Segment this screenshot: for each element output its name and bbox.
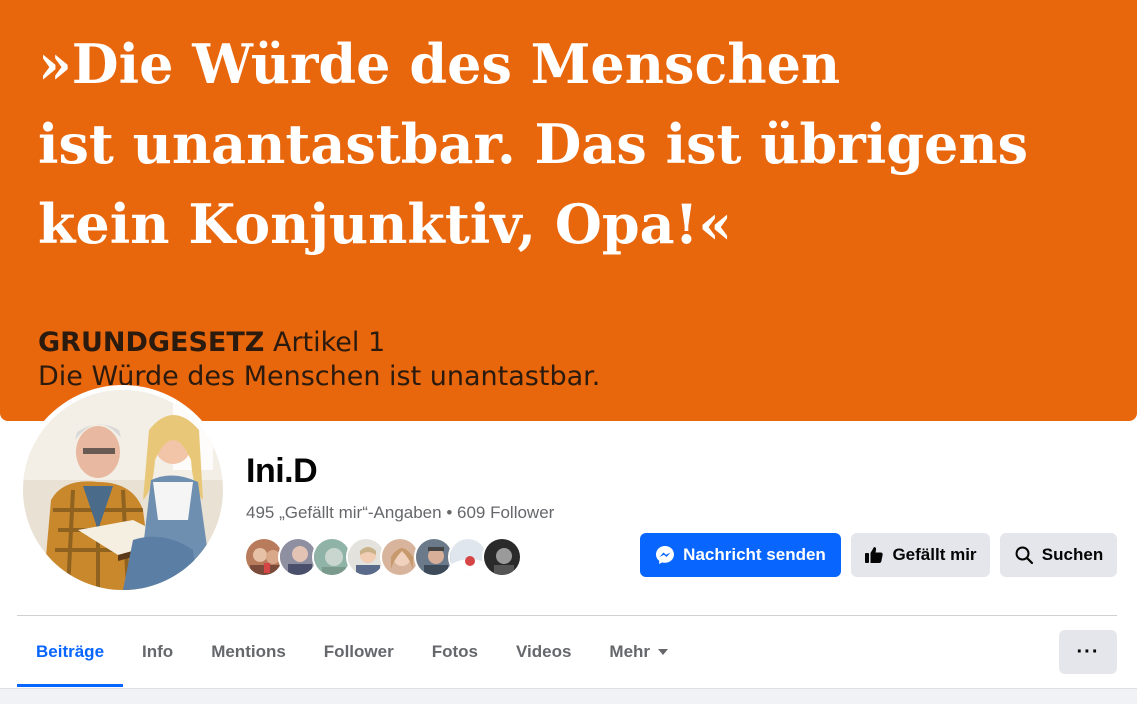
cover-quote-line: kein Konjunktiv, Opa!«: [38, 192, 733, 256]
tab-beitraege[interactable]: Beiträge: [17, 622, 124, 687]
friend-avatar[interactable]: [482, 537, 522, 577]
send-message-button[interactable]: Nachricht senden: [640, 533, 841, 577]
friend-avatars[interactable]: [244, 537, 524, 577]
thumbs-up-icon: [865, 547, 884, 563]
law-article: Artikel 1: [264, 327, 386, 358]
profile-avatar[interactable]: [23, 390, 223, 590]
like-page-button[interactable]: Gefällt mir: [851, 533, 990, 577]
search-page-button[interactable]: Suchen: [1000, 533, 1117, 577]
tab-label: Mehr: [609, 642, 651, 661]
tab-mentions[interactable]: Mentions: [192, 622, 305, 682]
profile-photo-icon: [23, 390, 223, 590]
facebook-page-profile: »Die Würde des Menschen ist unantastbar.…: [0, 0, 1137, 704]
tab-label: Mentions: [211, 642, 286, 661]
more-options-button[interactable]: ···: [1059, 630, 1117, 674]
tab-follower[interactable]: Follower: [305, 622, 413, 682]
send-message-label: Nachricht senden: [683, 545, 826, 564]
page-title: Ini.D: [246, 452, 318, 490]
caret-down-icon: [658, 649, 669, 655]
search-page-label: Suchen: [1041, 545, 1104, 564]
tab-label: Videos: [515, 642, 572, 661]
cover-photo[interactable]: »Die Würde des Menschen ist unantastbar.…: [0, 0, 1137, 421]
tab-info[interactable]: Info: [123, 622, 192, 682]
like-page-label: Gefällt mir: [892, 545, 977, 564]
tab-label: Info: [142, 642, 174, 661]
tab-mehr[interactable]: Mehr: [590, 622, 687, 682]
page-tabs: Beiträge Info Mentions Follower Fotos Vi…: [17, 622, 1057, 688]
cover-quote-line: ist unantastbar. Das ist übrigens: [38, 112, 1028, 176]
cover-quote: »Die Würde des Menschen ist unantastbar.…: [38, 24, 1028, 264]
tab-fotos[interactable]: Fotos: [413, 622, 497, 682]
tab-label: Fotos: [431, 642, 478, 661]
content-area-top: [0, 688, 1137, 704]
tab-label: Follower: [323, 642, 394, 661]
tab-label: Beiträge: [36, 642, 105, 661]
cover-law-citation: GRUNDGESETZ Artikel 1 Die Würde des Mens…: [38, 326, 600, 394]
header-divider: [17, 615, 1117, 616]
search-icon: [1015, 546, 1033, 565]
cover-quote-line: »Die Würde des Menschen: [38, 32, 841, 96]
tab-videos[interactable]: Videos: [497, 622, 590, 682]
law-title: GRUNDGESETZ: [38, 327, 265, 358]
messenger-icon: [656, 546, 675, 564]
page-stats[interactable]: 495 „Gefällt mir“-Angaben • 609 Follower: [246, 503, 554, 523]
more-options-icon: ···: [1076, 640, 1100, 663]
